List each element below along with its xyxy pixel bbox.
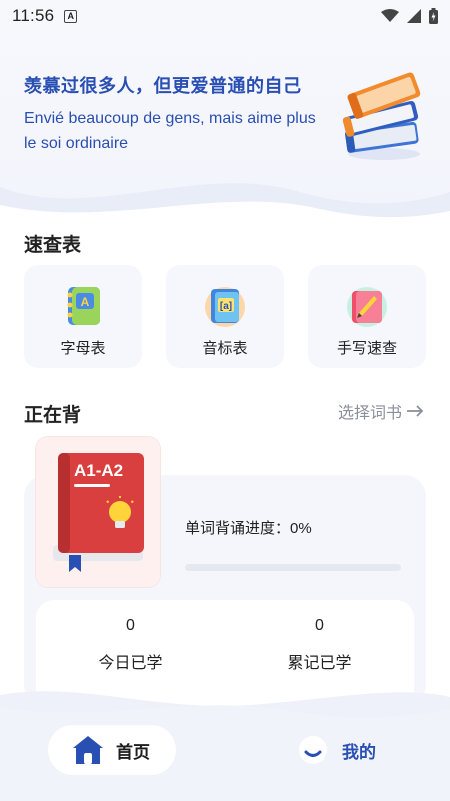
phonetic-book-icon: [a]	[205, 287, 245, 327]
stat-label: 累记已学	[287, 655, 352, 672]
profile-icon	[299, 736, 327, 764]
wifi-icon	[381, 9, 399, 22]
svg-text:A: A	[81, 295, 90, 309]
book-level: A1-A2	[74, 461, 123, 480]
card-alphabet[interactable]: A 字母表	[24, 265, 142, 368]
book-cover[interactable]: A1-A2	[36, 437, 160, 587]
bottom-nav: 首页 我的	[0, 685, 450, 801]
card-label: 音标表	[202, 340, 248, 357]
hero-wave	[0, 183, 450, 227]
progress-label: 单词背诵进度：0%	[185, 520, 312, 537]
svg-text:[a]: [a]	[220, 301, 232, 312]
handwriting-book-icon	[347, 287, 387, 327]
stat-value: 0	[315, 617, 324, 634]
select-book-link[interactable]: 选择词书	[338, 399, 424, 423]
progress-bar	[185, 564, 401, 571]
quick-ref-cards: A 字母表 [a] 音标表 手写速查	[24, 265, 426, 368]
status-bar: 11:56 A	[0, 0, 450, 32]
stat-label: 今日已学	[98, 655, 163, 672]
studying-title: 正在背	[24, 405, 82, 426]
signal-icon	[407, 9, 421, 23]
home-icon	[73, 736, 103, 764]
select-book-label: 选择词书	[337, 405, 402, 422]
quick-ref-title: 速查表	[24, 235, 82, 256]
hero-subtitle: Envié beaucoup de gens, mais aime plus l…	[24, 110, 316, 152]
hero-title: 羡慕过很多人，但更爱普通的自己	[24, 76, 302, 96]
main-content: 速查表 A 字母表 [a] 音标表 手写速查 正在背 选择词书 A1-A2 单词…	[0, 227, 450, 710]
nav-home-label: 首页	[116, 742, 150, 762]
nav-mine[interactable]: 我的	[298, 725, 376, 775]
battery-icon	[429, 8, 438, 24]
stat-value: 0	[126, 617, 135, 634]
status-icons	[381, 8, 438, 24]
card-label: 手写速查	[336, 340, 397, 357]
arrow-right-icon	[407, 405, 424, 417]
hero-banner: 羡慕过很多人，但更爱普通的自己 Envié beaucoup de gens, …	[0, 32, 450, 227]
card-label: 字母表	[60, 340, 106, 357]
nav-home[interactable]: 首页	[48, 725, 176, 775]
a-icon: A	[64, 9, 78, 23]
books-stack-icon	[342, 72, 421, 160]
card-phonetic[interactable]: [a] 音标表	[166, 265, 284, 368]
card-handwriting[interactable]: 手写速查	[308, 265, 426, 368]
red-book-icon: A1-A2	[36, 437, 160, 587]
alphabet-notebook-icon: A	[67, 287, 100, 325]
nav-mine-label: 我的	[342, 742, 376, 762]
status-time: 11:56	[12, 6, 55, 25]
